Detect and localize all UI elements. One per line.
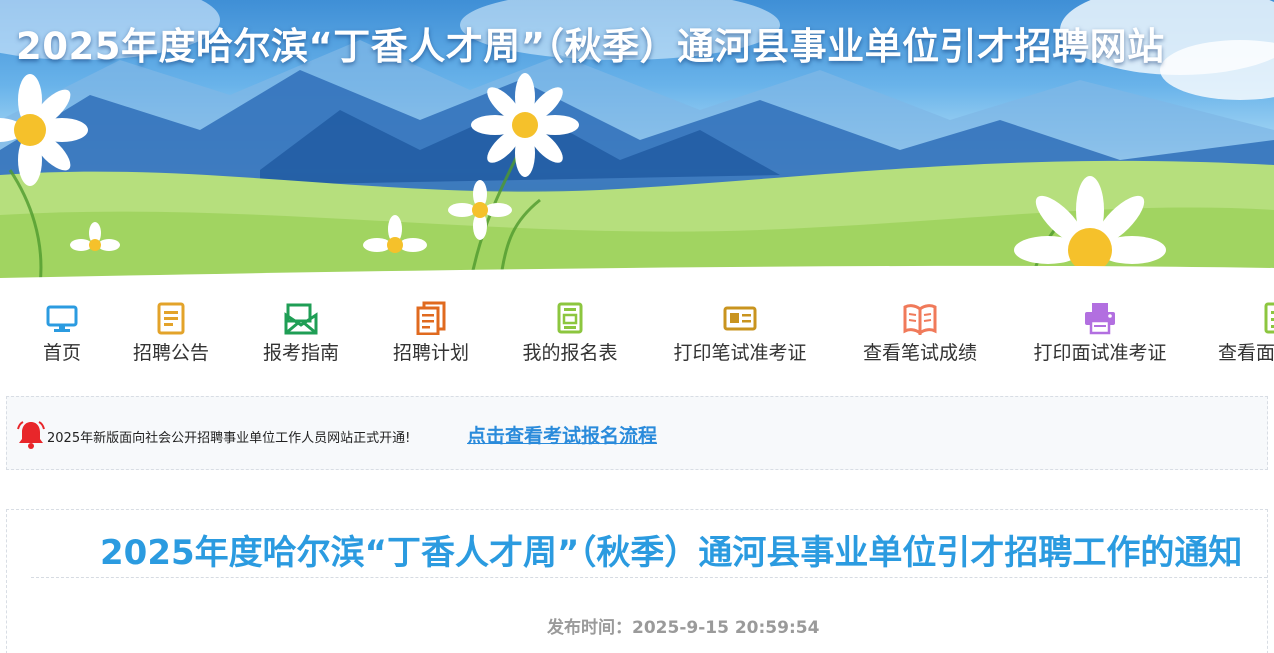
publish-time: 发布时间：2025-9-15 20:59:54 <box>547 613 819 638</box>
publish-label: 发布时间： <box>547 618 632 638</box>
document-icon <box>157 302 185 335</box>
nav-item-print-written-ticket[interactable]: 打印笔试准考证 <box>668 301 812 365</box>
main-nav: 首页 招聘公告 报考指南 招聘计划 我的报名表 打印笔试准考证 查看笔试成绩 打… <box>0 285 1274 385</box>
nav-label-print-written-ticket: 打印笔试准考证 <box>673 342 807 364</box>
printer-icon <box>1085 303 1115 335</box>
nav-label-print-interview-ticket: 打印面试准考证 <box>1033 342 1167 364</box>
nav-item-guide[interactable]: 报考指南 <box>259 301 343 365</box>
nav-label-announcements: 招聘公告 <box>132 342 209 364</box>
bell-icon <box>17 421 45 449</box>
nav-item-my-form[interactable]: 我的报名表 <box>518 301 622 365</box>
nav-item-announcements[interactable]: 招聘公告 <box>129 301 213 365</box>
id-card-icon <box>723 306 757 331</box>
header-banner: 2025年度哈尔滨“丁香人才周”（秋季）通河县事业单位引才招聘网站 <box>0 0 1274 285</box>
notice-text: 2025年新版面向社会公开招聘事业单位工作人员网站正式开通! <box>47 431 411 446</box>
monitor-icon <box>46 305 78 332</box>
nav-item-print-interview-ticket[interactable]: 打印面试准考证 <box>1028 301 1172 365</box>
publish-value: 2025-9-15 20:59:54 <box>632 618 820 638</box>
nav-label-guide: 报考指南 <box>262 342 339 364</box>
nav-label-my-form: 我的报名表 <box>522 342 618 364</box>
nav-label-recruit-plan: 招聘计划 <box>392 342 469 364</box>
exam-process-link[interactable]: 点击查看考试报名流程 <box>467 421 657 448</box>
article-panel: 2025年度哈尔滨“丁香人才周”（秋季）通河县事业单位引才招聘工作的通知 发布时… <box>6 509 1268 653</box>
documents-icon <box>416 301 446 335</box>
form-icon <box>557 302 583 334</box>
envelope-icon <box>284 303 318 335</box>
nav-label-written-scores: 查看笔试成绩 <box>862 342 977 364</box>
article-title: 2025年度哈尔滨“丁香人才周”（秋季）通河县事业单位引才招聘工作的通知 <box>100 533 1243 573</box>
nav-item-home[interactable]: 首页 <box>40 301 84 365</box>
divider <box>31 577 1267 578</box>
site-title: 2025年度哈尔滨“丁香人才周”（秋季）通河县事业单位引才招聘网站 <box>16 25 1165 68</box>
open-book-icon <box>903 304 937 335</box>
nav-item-written-scores[interactable]: 查看笔试成绩 <box>858 301 982 365</box>
list-icon <box>1264 302 1274 334</box>
notice-bar: 2025年新版面向社会公开招聘事业单位工作人员网站正式开通! 点击查看考试报名流… <box>6 396 1268 470</box>
nav-item-recruit-plan[interactable]: 招聘计划 <box>389 301 473 365</box>
nav-item-interview-scores[interactable]: 查看面 <box>1218 301 1274 365</box>
nav-label-interview-scores: 查看面 <box>1218 342 1274 364</box>
nav-label-home: 首页 <box>42 342 81 364</box>
